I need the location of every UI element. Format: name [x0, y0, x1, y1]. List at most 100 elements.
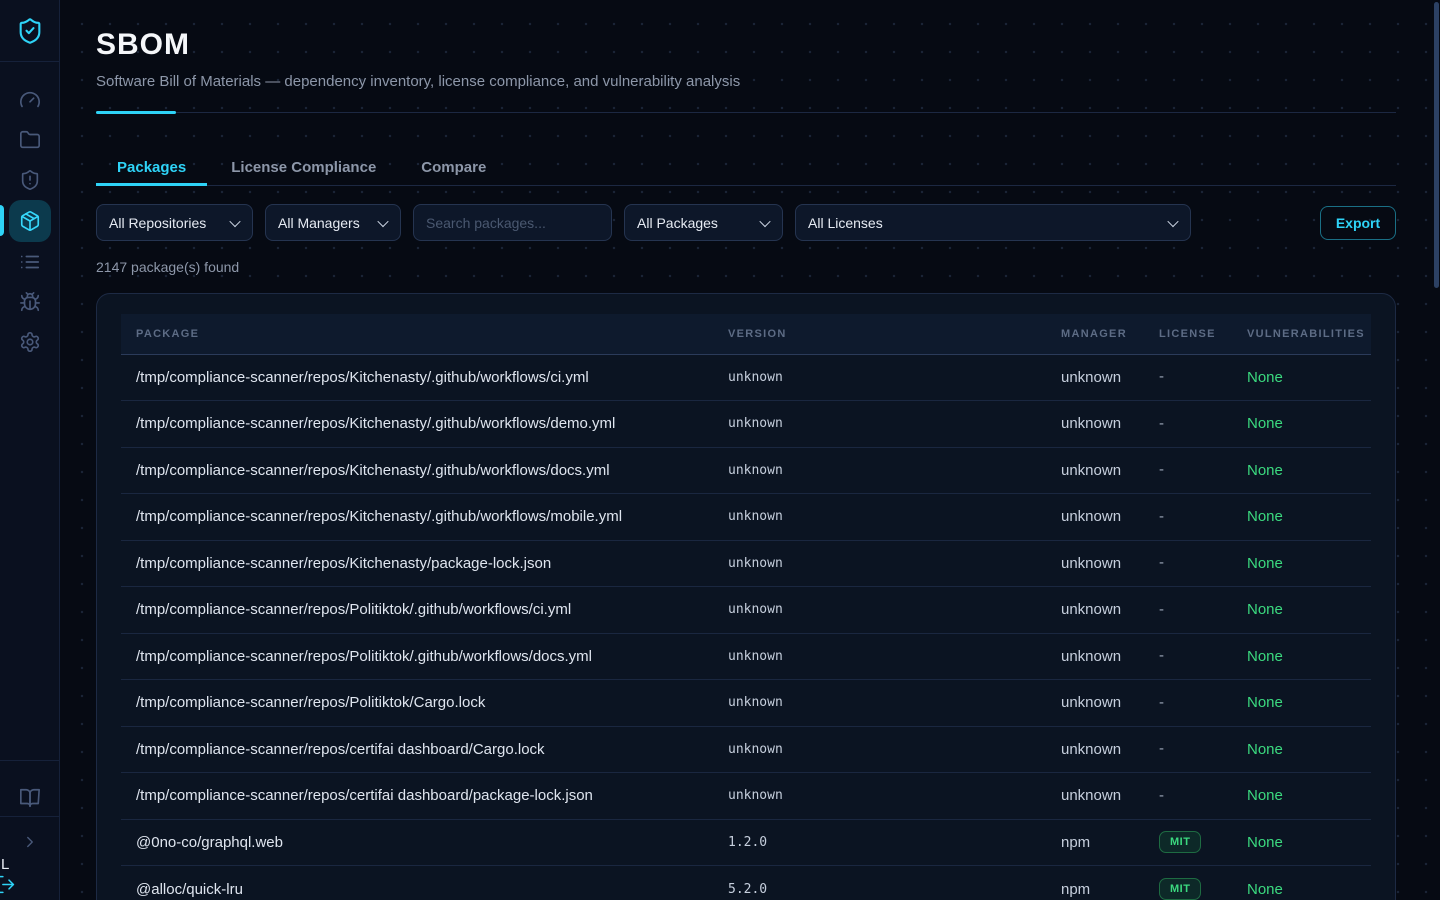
packages-table: PACKAGE VERSION MANAGER LICENSE VULNERAB… — [121, 314, 1371, 900]
sidebar — [0, 0, 60, 900]
page-title: SBOM — [96, 28, 1396, 62]
gauge-icon — [19, 89, 41, 111]
column-header-license: LICENSE — [1144, 314, 1232, 354]
logout-icon — [0, 874, 16, 895]
sidebar-item-inventory[interactable] — [9, 242, 51, 282]
tab-bar: Packages License Compliance Compare — [96, 151, 1396, 186]
license-dash: - — [1159, 415, 1164, 432]
vulnerabilities-cell: None — [1232, 354, 1371, 401]
repositories-select[interactable]: All Repositories — [96, 204, 253, 241]
license-cell: - — [1144, 773, 1232, 820]
vulnerabilities-cell: None — [1232, 773, 1371, 820]
tab-packages[interactable]: Packages — [96, 151, 207, 186]
table-row[interactable]: /tmp/compliance-scanner/repos/Kitchenast… — [121, 447, 1371, 494]
page-subtitle: Software Bill of Materials — dependency … — [96, 73, 1396, 90]
manager-cell: unknown — [1046, 447, 1144, 494]
results-count: 2147 package(s) found — [96, 259, 1396, 275]
vulnerabilities-cell: None — [1232, 494, 1371, 541]
filter-bar: All Repositories All Managers All Packag… — [96, 204, 1396, 241]
vulnerabilities-cell: None — [1232, 819, 1371, 866]
search-input[interactable] — [413, 204, 612, 241]
sidebar-item-vulnerabilities[interactable] — [9, 282, 51, 322]
logout-button[interactable] — [0, 874, 16, 900]
package-cell: /tmp/compliance-scanner/repos/Kitchenast… — [121, 540, 713, 587]
license-dash: - — [1159, 554, 1164, 571]
table-row[interactable]: /tmp/compliance-scanner/repos/Kitchenast… — [121, 401, 1371, 448]
license-cell: - — [1144, 680, 1232, 727]
clipped-logout-label: L — [1, 856, 9, 873]
column-header-version: VERSION — [713, 314, 1046, 354]
gear-icon — [19, 331, 41, 353]
manager-cell: unknown — [1046, 494, 1144, 541]
package-cell: /tmp/compliance-scanner/repos/Kitchenast… — [121, 494, 713, 541]
version-cell: unknown — [713, 354, 1046, 401]
table-row[interactable]: /tmp/compliance-scanner/repos/Politiktok… — [121, 680, 1371, 727]
version-cell: unknown — [713, 494, 1046, 541]
sidebar-item-settings[interactable] — [9, 322, 51, 362]
header-rule-accent — [96, 111, 176, 114]
sidebar-item-sbom[interactable] — [9, 200, 51, 242]
version-cell: unknown — [713, 773, 1046, 820]
version-cell: unknown — [713, 680, 1046, 727]
repositories-select-wrap: All Repositories — [96, 204, 253, 241]
table-row[interactable]: /tmp/compliance-scanner/repos/Politiktok… — [121, 587, 1371, 634]
packages-select[interactable]: All Packages — [624, 204, 783, 241]
license-cell: - — [1144, 494, 1232, 541]
license-dash: - — [1159, 694, 1164, 711]
license-badge: MIT — [1159, 878, 1201, 900]
license-dash: - — [1159, 461, 1164, 478]
table-row[interactable]: /tmp/compliance-scanner/repos/Politiktok… — [121, 633, 1371, 680]
license-dash: - — [1159, 647, 1164, 664]
export-button[interactable]: Export — [1320, 206, 1396, 240]
license-dash: - — [1159, 740, 1164, 757]
version-cell: 5.2.0 — [713, 866, 1046, 900]
table-row[interactable]: /tmp/compliance-scanner/repos/certifai d… — [121, 726, 1371, 773]
app-logo[interactable] — [0, 0, 59, 62]
manager-cell: unknown — [1046, 633, 1144, 680]
sidebar-item-docs[interactable] — [9, 781, 51, 815]
shield-check-icon — [16, 17, 44, 45]
license-cell: - — [1144, 540, 1232, 587]
managers-select[interactable]: All Managers — [265, 204, 401, 241]
packages-table-card: PACKAGE VERSION MANAGER LICENSE VULNERAB… — [96, 293, 1396, 900]
package-cell: /tmp/compliance-scanner/repos/certifai d… — [121, 773, 713, 820]
sidebar-item-compliance[interactable] — [9, 160, 51, 200]
vulnerabilities-cell: None — [1232, 587, 1371, 634]
license-cell: - — [1144, 447, 1232, 494]
table-row[interactable]: /tmp/compliance-scanner/repos/certifai d… — [121, 773, 1371, 820]
sidebar-item-repositories[interactable] — [9, 120, 51, 160]
sidebar-nav — [0, 62, 59, 362]
column-header-vulnerabilities: VULNERABILITIES — [1232, 314, 1371, 354]
vulnerabilities-cell: None — [1232, 447, 1371, 494]
sidebar-divider-top — [0, 760, 60, 761]
list-icon — [19, 251, 41, 273]
license-dash: - — [1159, 787, 1164, 804]
tab-compare[interactable]: Compare — [400, 151, 507, 186]
sidebar-collapse-button[interactable] — [9, 825, 51, 859]
license-dash: - — [1159, 601, 1164, 618]
license-dash: - — [1159, 368, 1164, 385]
table-row[interactable]: /tmp/compliance-scanner/repos/Kitchenast… — [121, 354, 1371, 401]
package-cell: /tmp/compliance-scanner/repos/Kitchenast… — [121, 401, 713, 448]
package-cell: /tmp/compliance-scanner/repos/Politiktok… — [121, 680, 713, 727]
license-badge: MIT — [1159, 831, 1201, 853]
chevron-right-icon — [21, 833, 39, 851]
scrollbar-thumb[interactable] — [1434, 2, 1439, 288]
table-row[interactable]: /tmp/compliance-scanner/repos/Kitchenast… — [121, 494, 1371, 541]
licenses-select[interactable]: All Licenses — [795, 204, 1191, 241]
version-cell: 1.2.0 — [713, 819, 1046, 866]
manager-cell: unknown — [1046, 401, 1144, 448]
version-cell: unknown — [713, 401, 1046, 448]
package-cell: /tmp/compliance-scanner/repos/certifai d… — [121, 726, 713, 773]
package-icon — [19, 210, 41, 232]
version-cell: unknown — [713, 587, 1046, 634]
table-row[interactable]: /tmp/compliance-scanner/repos/Kitchenast… — [121, 540, 1371, 587]
version-cell: unknown — [713, 447, 1046, 494]
version-cell: unknown — [713, 726, 1046, 773]
vulnerabilities-cell: None — [1232, 633, 1371, 680]
sidebar-divider-bottom — [0, 816, 60, 817]
table-row[interactable]: @0no-co/graphql.web1.2.0npmMITNone — [121, 819, 1371, 866]
sidebar-item-dashboard[interactable] — [9, 80, 51, 120]
tab-license-compliance[interactable]: License Compliance — [210, 151, 397, 186]
table-row[interactable]: @alloc/quick-lru5.2.0npmMITNone — [121, 866, 1371, 900]
